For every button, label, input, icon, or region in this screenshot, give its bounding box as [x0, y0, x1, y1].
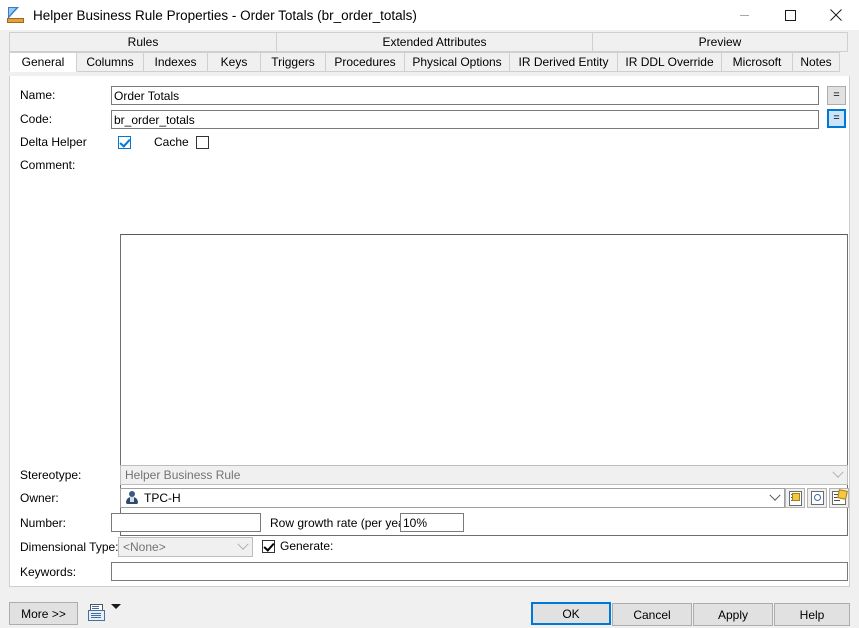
owner-combobox[interactable]: TPC-H: [120, 488, 785, 508]
delta-helper-label: Delta Helper: [20, 135, 87, 149]
code-input[interactable]: [111, 110, 819, 129]
tab-indexes[interactable]: Indexes: [143, 52, 208, 72]
tab-group-preview[interactable]: Preview: [592, 32, 848, 52]
comment-row: Comment:: [20, 158, 75, 172]
ruler-triangle-icon: [7, 6, 25, 24]
report-dropdown-button[interactable]: [111, 604, 121, 623]
keywords-label: Keywords:: [20, 565, 77, 579]
keywords-row: Keywords:: [20, 565, 76, 579]
dimensional-type-value: <None>: [123, 540, 166, 554]
properties-icon: [832, 491, 846, 505]
tab-triggers[interactable]: Triggers: [260, 52, 326, 72]
general-tab-panel: Name: = Code: = Delta Helper Cache Comme…: [9, 76, 850, 587]
new-document-icon: [788, 490, 802, 506]
maximize-icon: [784, 9, 796, 21]
tab-group-extended-attributes[interactable]: Extended Attributes: [276, 32, 593, 52]
title-bar: Helper Business Rule Properties - Order …: [0, 0, 859, 30]
name-equals-button[interactable]: =: [827, 86, 846, 105]
name-row: Name:: [20, 88, 120, 102]
cache-label: Cache: [154, 135, 189, 149]
tab-ir-derived-entity[interactable]: IR Derived Entity: [509, 52, 618, 72]
window-controls: [721, 0, 859, 30]
code-equals-button[interactable]: =: [827, 109, 846, 128]
name-input[interactable]: [111, 86, 819, 105]
window-title: Helper Business Rule Properties - Order …: [33, 7, 417, 23]
tab-row-groups: Rules Extended Attributes Preview: [9, 32, 850, 52]
user-icon: [125, 491, 139, 505]
tab-bar: Rules Extended Attributes Preview General C…: [0, 32, 859, 72]
dialog-footer: More >> OK Cancel Apply Help: [0, 592, 859, 628]
number-row: Number:: [20, 516, 66, 530]
code-row: Code:: [20, 112, 120, 126]
keywords-input[interactable]: [111, 562, 848, 581]
tab-ir-ddl-override[interactable]: IR DDL Override: [617, 52, 722, 72]
apply-button[interactable]: Apply: [693, 603, 773, 626]
owner-row: Owner:: [20, 491, 59, 505]
tab-procedures[interactable]: Procedures: [325, 52, 405, 72]
delta-helper-checkbox[interactable]: [118, 135, 131, 149]
dimensional-type-combobox[interactable]: <None>: [118, 537, 253, 557]
comment-label: Comment:: [20, 158, 76, 172]
dimensional-type-label: Dimensional Type:: [20, 540, 119, 554]
tab-keys[interactable]: Keys: [207, 52, 261, 72]
tab-notes[interactable]: Notes: [792, 52, 840, 72]
stereotype-row: Stereotype:: [20, 468, 81, 482]
minimize-icon: [739, 14, 749, 16]
more-button[interactable]: More >>: [9, 602, 78, 625]
tab-group-rules[interactable]: Rules: [9, 32, 277, 52]
row-growth-rate-label: Row growth rate (per year):: [270, 516, 417, 530]
dimensional-type-row: Dimensional Type:: [20, 540, 119, 554]
generate-row: Generate:: [262, 539, 333, 553]
owner-label: Owner:: [20, 491, 59, 505]
tab-columns[interactable]: Columns: [76, 52, 144, 72]
object-properties-button[interactable]: [829, 488, 849, 508]
number-input[interactable]: [111, 513, 261, 532]
close-icon: [830, 9, 842, 21]
row-growth-rate-input[interactable]: [400, 513, 464, 532]
ok-button[interactable]: OK: [531, 602, 611, 625]
generate-label: Generate:: [280, 539, 334, 553]
generate-checkbox[interactable]: [262, 539, 275, 553]
chevron-down-icon: [234, 538, 251, 556]
cache-checkbox[interactable]: [195, 135, 209, 149]
number-label: Number:: [20, 516, 67, 530]
browse-object-button[interactable]: [807, 488, 827, 508]
chevron-down-icon: [766, 489, 783, 507]
magnifier-icon: [810, 491, 824, 505]
maximize-button[interactable]: [767, 0, 813, 30]
tab-row-pages: General Columns Indexes Keys Triggers Procedu…: [9, 52, 850, 72]
close-button[interactable]: [813, 0, 859, 30]
cancel-button[interactable]: Cancel: [612, 603, 692, 626]
code-label: Code:: [20, 112, 53, 126]
chevron-down-icon: [829, 466, 846, 484]
stereotype-label: Stereotype:: [20, 468, 82, 482]
stereotype-combobox[interactable]: Helper Business Rule: [120, 465, 848, 485]
stereotype-value: Helper Business Rule: [125, 468, 241, 482]
chevron-down-icon: [111, 604, 121, 623]
minimize-button[interactable]: [721, 0, 767, 30]
name-label: Name:: [20, 88, 56, 102]
tab-microsoft[interactable]: Microsoft: [721, 52, 793, 72]
delta-helper-row: Delta Helper Cache: [20, 135, 209, 149]
tab-physical-options[interactable]: Physical Options: [404, 52, 510, 72]
owner-value: TPC-H: [144, 491, 181, 505]
create-object-button[interactable]: [785, 488, 805, 508]
tab-general[interactable]: General: [9, 52, 77, 72]
help-button[interactable]: Help: [774, 603, 850, 626]
